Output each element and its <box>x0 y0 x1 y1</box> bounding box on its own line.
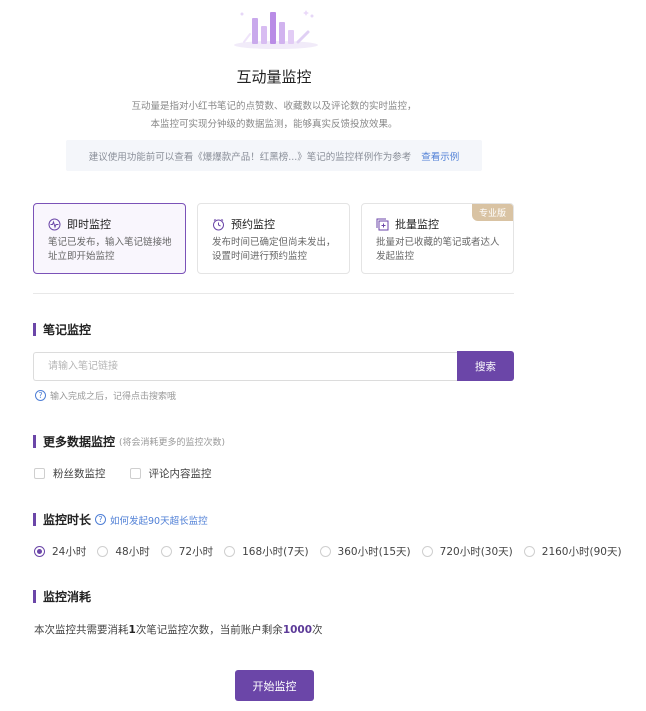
radio-label: 24小时 <box>52 546 87 558</box>
example-tip-box: 建议使用功能前可以查看《爆爆款产品！红黑榜...》笔记的监控样例作为参考 查看示… <box>66 140 482 171</box>
radio-dot[interactable] <box>97 546 109 557</box>
section-bar <box>33 323 36 336</box>
radio-label: 2160小时(90天) <box>541 546 622 558</box>
radio-168h[interactable]: 168小时(7天) <box>224 544 309 559</box>
mode-title-batch: 批量监控 <box>395 218 439 231</box>
mode-desc-batch: 批量对已收藏的笔记或者达人发起监控 <box>376 237 500 262</box>
section-title-note: 笔记监控 <box>33 321 91 338</box>
radio-label: 48小时 <box>115 546 150 558</box>
cost-count: 1 <box>128 624 136 636</box>
section-title-note-text: 笔记监控 <box>43 323 92 337</box>
radio-360h[interactable]: 360小时(15天) <box>319 544 411 559</box>
radio-dot[interactable] <box>160 546 172 557</box>
long-monitor-help-link[interactable]: ? 如何发起90天超长监控 <box>95 513 208 527</box>
long-monitor-help-text: 如何发起90天超长监控 <box>110 515 208 527</box>
question-icon: ? <box>95 514 107 525</box>
description-line-2: 本监控可实现分钟级的数据监测，能够真实反馈投放效果。 <box>150 119 398 130</box>
section-title-cost-text: 监控消耗 <box>43 590 92 604</box>
more-options: 粉丝数监控 评论内容监控 <box>34 466 236 481</box>
divider <box>33 293 514 294</box>
section-title-duration-text: 监控时长 <box>43 513 92 527</box>
section-bar <box>33 435 36 448</box>
radio-72h[interactable]: 72小时 <box>160 544 214 559</box>
section-bar <box>33 590 36 603</box>
duration-options: 24小时 48小时 72小时 168小时(7天) 360小时(15天) 720小… <box>34 544 633 559</box>
mode-desc-instant: 笔记已发布，输入笔记链接地 址立即开始监控 <box>48 237 172 262</box>
mode-card-batch[interactable]: 专业版 批量监控 批量对已收藏的笔记或者达人发起监控 <box>361 203 514 274</box>
radio-dot[interactable] <box>319 546 331 557</box>
search-hint-text: 输入完成之后，记得点击搜索哦 <box>50 392 177 402</box>
mode-desc-scheduled: 发布时间已确定但尚未发出，设置时间进行预约监控 <box>212 237 336 262</box>
section-title-more: 更多数据监控 (将会消耗更多的监控次数) <box>33 433 225 450</box>
radio-48h[interactable]: 48小时 <box>97 544 150 559</box>
mode-title-instant: 即时监控 <box>67 218 111 231</box>
tip-text: 建议使用功能前可以查看《爆爆款产品！红黑榜...》笔记的监控样例作为参考 <box>88 151 412 163</box>
clock-icon <box>212 218 225 231</box>
page-title: 互动量监控 <box>236 68 312 86</box>
search-hint: ? 输入完成之后，记得点击搜索哦 <box>35 389 176 402</box>
chart-illustration-icon <box>234 10 318 49</box>
radio-dot[interactable] <box>523 546 535 557</box>
mode-card-scheduled[interactable]: 预约监控 发布时间已确定但尚未发出，设置时间进行预约监控 <box>197 203 350 274</box>
checkbox-box[interactable] <box>34 468 45 479</box>
view-example-link[interactable]: 查看示例 <box>421 149 459 163</box>
checkbox-label: 评论内容监控 <box>148 468 212 480</box>
radio-dot[interactable] <box>421 546 433 557</box>
section-subtitle-more: (将会消耗更多的监控次数) <box>119 438 226 448</box>
start-monitor-button[interactable]: 开始监控 <box>235 670 314 701</box>
checkbox-box[interactable] <box>129 468 141 479</box>
question-icon: ? <box>35 390 46 401</box>
cost-middle: 次笔记监控次数，当前账户剩余 <box>135 624 283 636</box>
section-title-cost: 监控消耗 <box>33 588 91 605</box>
checkbox-label: 粉丝数监控 <box>53 468 106 480</box>
section-title-duration: 监控时长 ? 如何发起90天超长监控 <box>33 511 208 528</box>
radio-24h[interactable]: 24小时 <box>34 544 86 559</box>
batch-add-icon <box>376 218 389 231</box>
cost-prefix: 本次监控共需要消耗 <box>34 624 129 636</box>
cost-suffix: 次 <box>312 624 323 636</box>
pro-badge: 专业版 <box>471 204 513 221</box>
cost-summary: 本次监控共需要消耗1次笔记监控次数，当前账户剩余1000次 <box>34 622 323 637</box>
radio-dot[interactable] <box>224 546 236 557</box>
radio-2160h[interactable]: 2160小时(90天) <box>523 544 622 559</box>
remaining-count: 1000 <box>282 624 313 636</box>
radio-label: 168小时(7天) <box>242 546 309 558</box>
note-link-input[interactable] <box>33 352 458 381</box>
mode-card-instant[interactable]: 即时监控 笔记已发布，输入笔记链接地 址立即开始监控 <box>33 203 186 274</box>
radio-label: 720小时(30天) <box>439 546 513 558</box>
radio-label: 72小时 <box>178 546 214 558</box>
pulse-icon <box>48 218 61 231</box>
search-button[interactable]: 搜索 <box>457 351 514 381</box>
radio-label: 360小时(15天) <box>337 546 411 558</box>
mode-title-scheduled: 预约监控 <box>231 218 275 231</box>
section-bar <box>33 513 36 526</box>
checkbox-comments[interactable]: 评论内容监控 <box>129 466 212 481</box>
section-title-more-text: 更多数据监控 <box>43 435 116 449</box>
radio-dot[interactable] <box>34 546 45 557</box>
description-line-1: 互动量是指对小红书笔记的点赞数、收藏数以及评论数的实时监控， <box>131 101 417 112</box>
checkbox-followers[interactable]: 粉丝数监控 <box>34 466 106 481</box>
radio-720h[interactable]: 720小时(30天) <box>421 544 513 559</box>
